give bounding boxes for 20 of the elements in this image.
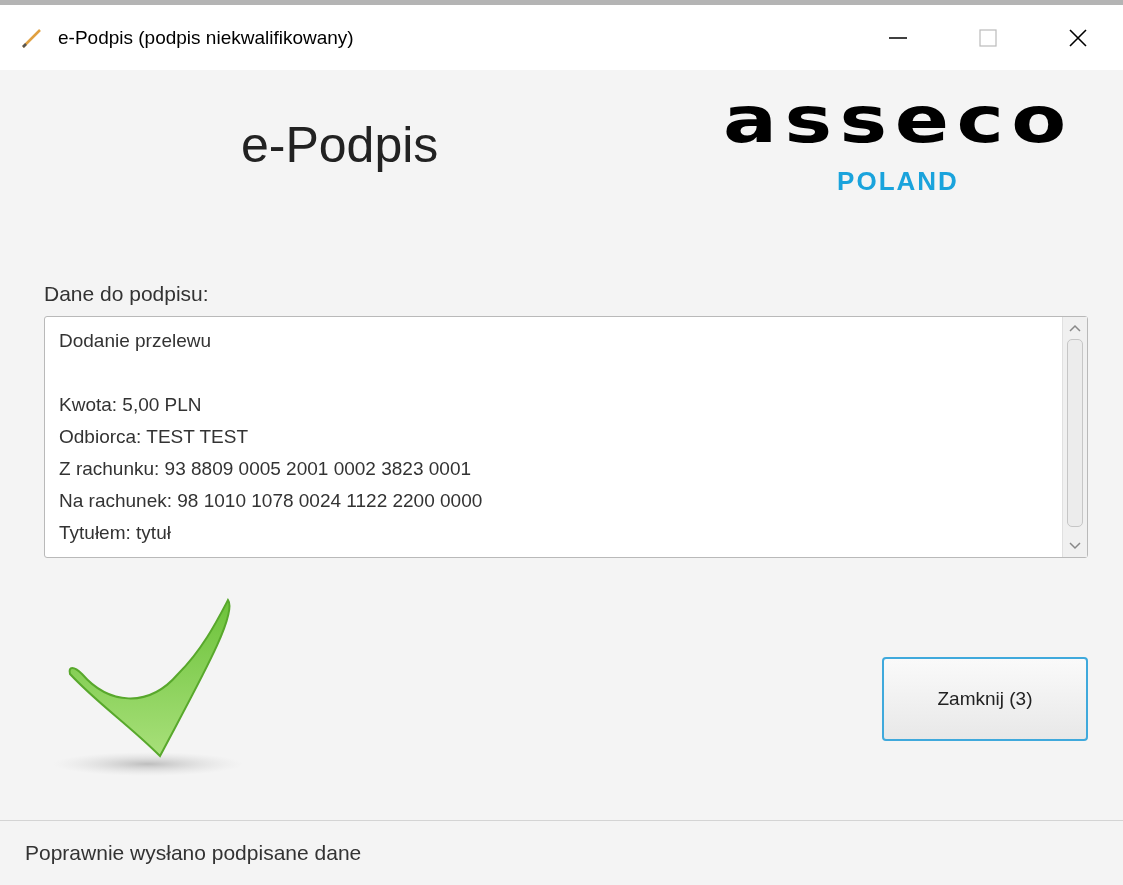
- close-icon: [1068, 27, 1088, 48]
- text-line: Kwota: 5,00 PLN: [59, 393, 203, 417]
- logo-subtitle: POLAND: [837, 166, 959, 197]
- text-line: Odbiorca: TEST TEST: [59, 425, 250, 449]
- window-title: e-Podpis (podpis niekwalifikowany): [58, 26, 355, 49]
- text-line: Na rachunek: 98 1010 1078 0024 1122 2200 0000: [59, 489, 484, 513]
- text-line: Tytułem: tytuł: [59, 521, 172, 545]
- maximize-icon: [978, 27, 998, 48]
- field-label: Dane do podpisu:: [44, 282, 210, 306]
- logo-wordmark: asseco: [722, 88, 1074, 152]
- text-line: Z rachunku: 93 8809 0005 2001 0002 3823 0001: [59, 457, 473, 481]
- text-line: Dodanie przelewu: [59, 329, 213, 353]
- scroll-down-icon[interactable]: [1068, 541, 1082, 551]
- text-area[interactable]: Dodanie przelewu Kwota: 5,00 PLN Odbiorca: TEST TEST Z rachunku: 93 8809 0005 2001 0002 3823 0001 Na rachunek: 98 1010 1078 0024 1122 2200 0000 Tytułem: tytuł: [44, 316, 1088, 558]
- app-title: e-Podpis: [241, 116, 440, 174]
- scrollbar-thumb[interactable]: [1067, 339, 1083, 527]
- close-button[interactable]: Zamknij (3): [882, 657, 1088, 741]
- scroll-up-icon[interactable]: [1068, 323, 1082, 333]
- status-text: Poprawnie wysłano podpisane dane: [25, 841, 362, 865]
- minimize-icon: [888, 36, 908, 39]
